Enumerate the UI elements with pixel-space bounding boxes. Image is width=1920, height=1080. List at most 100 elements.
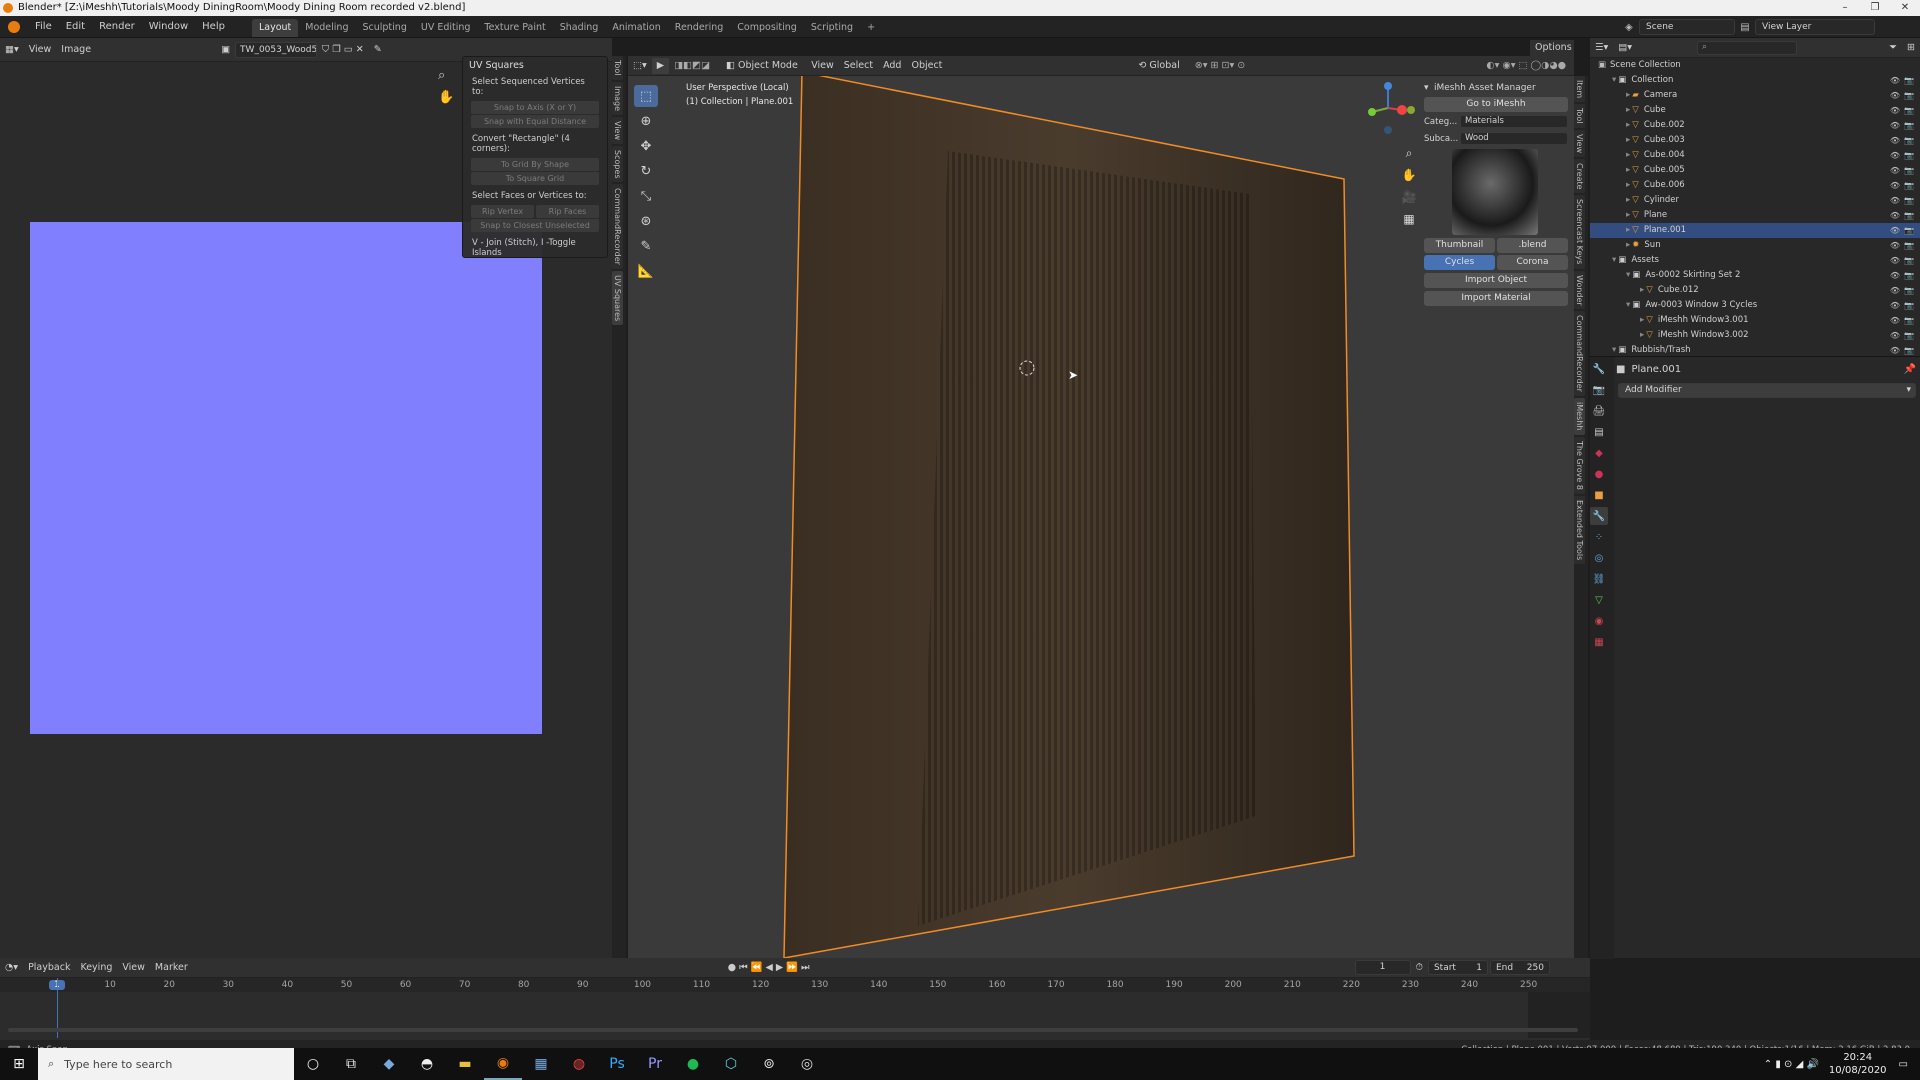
tab-imeshh[interactable]: iMeshh [1574,398,1585,435]
data-props-icon[interactable]: ▽ [1590,591,1608,609]
visibility-eye-icon[interactable]: 👁 [1890,163,1900,178]
tab-image[interactable]: Image [612,81,623,115]
tab-scopes[interactable]: Scopes [612,145,623,183]
timeline-menu-keying[interactable]: Keying [75,960,117,976]
category-dropdown[interactable]: Materials [1460,115,1568,128]
menu-image[interactable]: Image [56,42,96,58]
blend-button[interactable]: .blend [1497,238,1568,253]
tab-tool-left[interactable]: Tool [612,56,623,80]
to-square-grid-button[interactable]: To Square Grid [471,172,599,185]
visibility-eye-icon[interactable]: 👁 [1890,223,1900,238]
viewport-menu-object[interactable]: Object [906,58,947,74]
tab-tool-right[interactable]: Tool [1574,104,1585,128]
visibility-eye-icon[interactable]: 👁 [1890,238,1900,253]
menu-render[interactable]: Render [92,16,142,38]
object-props-icon[interactable]: ■ [1590,486,1608,504]
imeshh-title-row[interactable]: ▾ iMeshh Asset Manager [1424,80,1568,95]
render-camera-icon[interactable]: 📷 [1904,193,1914,208]
material-props-icon[interactable]: ◉ [1590,612,1608,630]
pin-icon[interactable]: ✎ [369,42,387,58]
visibility-eye-icon[interactable]: 👁 [1890,118,1900,133]
outliner-row[interactable]: ▸ ▽ Cube.005 👁 📷 [1590,163,1920,178]
modifier-props-icon[interactable]: 🔧 [1590,507,1608,525]
viewport-editor-type-icon[interactable]: ⬚▾ [628,58,652,74]
preview-range-icon[interactable]: ⏱ [1411,960,1428,976]
windows-start-icon[interactable]: ⊞ [0,1048,38,1080]
image-browse-icon[interactable]: ▣ [216,42,235,58]
outliner-row[interactable]: ▾ ▣ As-0002 Skirting Set 2 👁 📷 [1590,268,1920,283]
tab-the-grove[interactable]: The Grove 8 [1574,436,1585,494]
tab-uv-editing[interactable]: UV Editing [414,19,478,37]
physics-props-icon[interactable]: ◎ [1590,549,1608,567]
engine-cycles-toggle[interactable]: Cycles [1424,255,1495,270]
render-camera-icon[interactable]: 📷 [1904,253,1914,268]
timeline-menu-view[interactable]: View [117,960,150,976]
visibility-eye-icon[interactable]: 👁 [1890,283,1900,298]
render-camera-icon[interactable]: 📷 [1904,328,1914,343]
tab-extended-tools[interactable]: Extended Tools [1574,495,1585,564]
current-frame-field[interactable]: 1 [1354,960,1411,975]
transform-orientation-dropdown[interactable]: ⟲ Global ▾ [1133,58,1189,87]
snap-equal-button[interactable]: Snap with Equal Distance [471,115,599,128]
timeline-area[interactable]: 1102030405060708090100110120130140150160… [0,978,1590,1040]
expand-arrow-icon[interactable]: ▸ [1640,313,1644,328]
scene-props-icon[interactable]: ◆ [1590,444,1608,462]
import-object-button[interactable]: Import Object [1424,273,1568,288]
outliner-row[interactable]: ▾ ▣ Aw-0003 Window 3 Cycles 👁 📷 [1590,298,1920,313]
new-collection-icon[interactable]: ⊞ [1902,40,1920,56]
uv-squares-title[interactable]: UV Squares [463,57,607,74]
render-camera-icon[interactable]: 📷 [1904,268,1914,283]
visibility-eye-icon[interactable]: 👁 [1890,88,1900,103]
outliner-row[interactable]: ▾ ▣ Collection 👁 📷 [1590,73,1920,88]
viewport-menu-add[interactable]: Add [878,58,906,74]
expand-arrow-icon[interactable]: ▸ [1626,133,1630,148]
taskbar-search-box[interactable]: ⌕ Type here to search [38,1048,294,1080]
menu-view[interactable]: View [24,42,57,58]
file-explorer-icon[interactable]: ▬ [446,1048,484,1080]
cortana-icon[interactable]: ○ [294,1048,332,1080]
visibility-eye-icon[interactable]: 👁 [1890,193,1900,208]
visibility-eye-icon[interactable]: 👁 [1890,148,1900,163]
timeline-scrollbar[interactable] [8,1028,1578,1032]
notifications-icon[interactable]: ▭ [1899,1059,1908,1070]
tab-screencast-keys[interactable]: Screencast Keys [1574,195,1585,269]
expand-arrow-icon[interactable]: ▸ [1626,163,1630,178]
app-icon-5[interactable]: ◎ [788,1048,826,1080]
zoom-icon[interactable]: ⌕ [438,68,445,83]
menu-file[interactable]: File [28,16,59,38]
outliner-search-input[interactable]: ⌕ [1697,40,1798,55]
options-dropdown[interactable]: Options [1530,42,1577,53]
outliner-row[interactable]: ▸ ▽ Plane 👁 📷 [1590,208,1920,223]
render-camera-icon[interactable]: 📷 [1904,133,1914,148]
zoom-view-icon[interactable]: ⌕ [1398,142,1420,164]
tab-view-right[interactable]: View [1574,129,1585,157]
editor-type-icon[interactable]: ▦▾ [0,42,24,58]
snap-unselected-button[interactable]: Snap to Closest Unselected [471,219,599,232]
menu-help[interactable]: Help [195,16,232,38]
outliner-editor-type-icon[interactable]: ☰▾ [1590,40,1613,56]
pan-view-icon[interactable]: ✋ [1398,164,1420,186]
to-grid-shape-button[interactable]: To Grid By Shape [471,158,599,171]
tab-uv-squares[interactable]: UV Squares [612,271,623,326]
tab-texture-paint[interactable]: Texture Paint [477,19,552,37]
transform-tool-icon[interactable]: ⊛ [634,210,658,232]
outliner-filter-icon[interactable]: ⏷ [1884,40,1902,56]
rotate-tool-icon[interactable]: ↻ [634,160,658,182]
render-camera-icon[interactable]: 📷 [1904,178,1914,193]
expand-arrow-icon[interactable]: ▸ [1626,208,1630,223]
tab-wonder[interactable]: Wonder [1574,270,1585,310]
outliner-row[interactable]: ▸ ▽ Cube.004 👁 📷 [1590,148,1920,163]
goto-imeshh-button[interactable]: Go to iMeshh [1424,97,1568,112]
tab-scripting[interactable]: Scripting [804,19,860,37]
expand-arrow-icon[interactable]: ▸ [1626,103,1630,118]
uv-image-texture[interactable] [30,222,542,734]
tab-commandrecorder-right[interactable]: CommandRecorder [1574,311,1585,397]
visibility-eye-icon[interactable]: 👁 [1890,328,1900,343]
snapping-icons[interactable]: ⊗▾ ⊞ ⊡▾ ⊙ ∧▾ [1190,58,1262,87]
outliner-scene-collection[interactable]: ▣ Scene Collection [1590,58,1920,73]
render-camera-icon[interactable]: 📷 [1904,88,1914,103]
tab-shading[interactable]: Shading [553,19,606,37]
app-icon-2[interactable]: ◓ [408,1048,446,1080]
tray-icons[interactable]: ⌃ ▮ ⊙ ◢ 🔊 [1764,1059,1819,1070]
scene-selector[interactable]: Scene [1639,19,1735,35]
